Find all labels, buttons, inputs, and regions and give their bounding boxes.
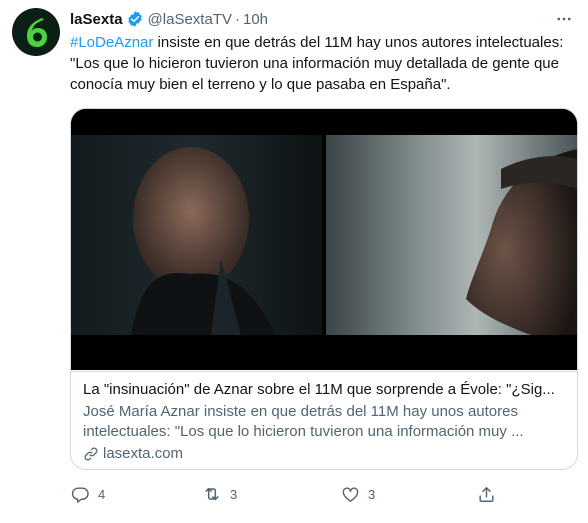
hashtag-link[interactable]: #LoDeAznar (70, 34, 153, 51)
card-description: José María Aznar insiste en que detrás d… (83, 403, 524, 440)
card-title: La "insinuación" de Aznar sobre el 11M q… (83, 381, 555, 398)
card-info[interactable]: La "insinuación" de Aznar sobre el 11M q… (71, 371, 577, 469)
reply-icon (64, 478, 96, 510)
like-button[interactable]: 3 (334, 478, 375, 510)
like-count: 3 (368, 486, 376, 502)
share-icon (470, 478, 502, 510)
share-button[interactable] (470, 478, 502, 510)
verified-badge-icon (126, 10, 144, 28)
link-icon (84, 447, 98, 461)
more-icon[interactable] (551, 6, 577, 32)
author-name[interactable]: laSexta (70, 11, 123, 28)
retweet-icon (196, 478, 228, 510)
author-handle[interactable]: @laSextaTV (148, 11, 232, 28)
separator-dot: · (234, 10, 240, 28)
tweet-timestamp[interactable]: 10h (243, 11, 268, 28)
link-preview-card[interactable]: La "insinuación" de Aznar sobre el 11M q… (70, 108, 578, 470)
tweet-header: laSexta @laSextaTV · 10h (70, 8, 268, 30)
like-icon (334, 478, 366, 510)
reply-button[interactable]: 4 (64, 478, 105, 510)
card-domain-text: lasexta.com (103, 445, 184, 462)
retweet-button[interactable]: 3 (196, 478, 237, 510)
tweet-actions: 4 3 3 (64, 478, 514, 510)
card-domain: lasexta.com (83, 444, 565, 464)
tweet-text: #LoDeAznar insiste en que detrás del 11M… (70, 32, 580, 95)
lasexta-logo-icon (27, 18, 47, 47)
avatar[interactable] (12, 8, 60, 56)
retweet-count: 3 (230, 486, 238, 502)
reply-count: 4 (98, 486, 106, 502)
card-image (71, 109, 577, 370)
